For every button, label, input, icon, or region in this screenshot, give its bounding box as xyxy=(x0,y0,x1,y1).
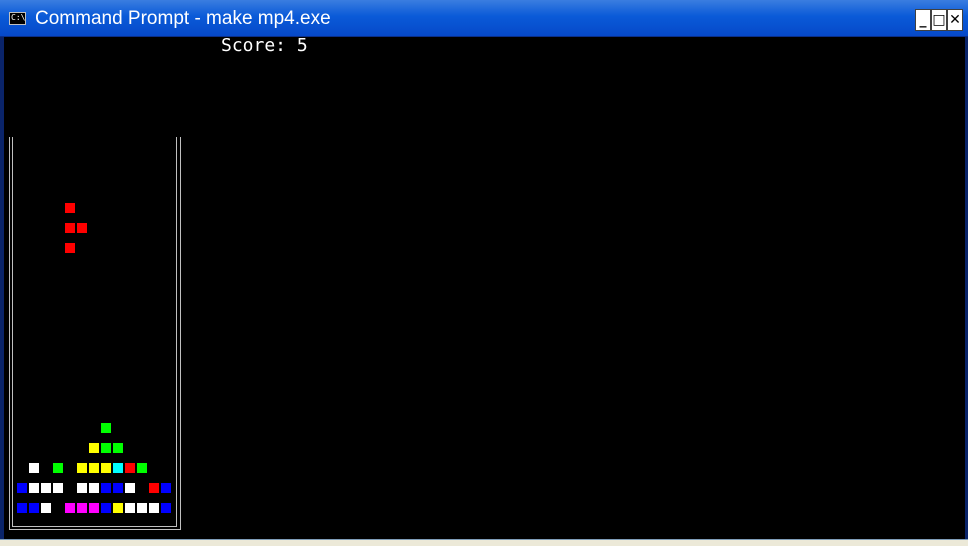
stacked-block-cell xyxy=(149,483,159,493)
stacked-block-cell xyxy=(77,503,87,513)
well-wall-right-inner xyxy=(176,137,177,527)
stacked-block-cell xyxy=(113,443,123,453)
stacked-block-cell xyxy=(101,443,111,453)
stacked-block-cell xyxy=(89,443,99,453)
stacked-block-cell xyxy=(101,463,111,473)
stacked-block-cell xyxy=(29,463,39,473)
stacked-block-cell xyxy=(17,483,27,493)
stacked-block-cell xyxy=(65,503,75,513)
stacked-block-cell xyxy=(113,463,123,473)
window-frame-bottom xyxy=(0,539,968,546)
stacked-block-cell xyxy=(101,503,111,513)
stacked-block-cell xyxy=(161,503,171,513)
score-display: Score: 5 xyxy=(221,35,308,56)
well-wall-right-outer xyxy=(180,137,181,530)
well-wall-left-outer xyxy=(9,137,10,530)
falling-piece-cell xyxy=(77,223,87,233)
stacked-block-cell xyxy=(101,423,111,433)
command-prompt-window: C:\ Command Prompt - make mp4.exe _ □ ✕ … xyxy=(0,0,968,546)
stacked-block-cell xyxy=(53,463,63,473)
stacked-block-cell xyxy=(125,483,135,493)
cmd-icon[interactable]: C:\ xyxy=(9,12,26,25)
window-title: Command Prompt - make mp4.exe xyxy=(35,8,331,29)
stacked-block-cell xyxy=(41,503,51,513)
well-floor-inner xyxy=(12,526,177,527)
falling-piece-cell xyxy=(65,223,75,233)
stacked-block-cell xyxy=(113,483,123,493)
well-wall-left-inner xyxy=(12,137,13,527)
stacked-block-cell xyxy=(89,483,99,493)
stacked-block-cell xyxy=(113,503,123,513)
falling-piece-cell xyxy=(65,203,75,213)
stacked-block-cell xyxy=(149,503,159,513)
stacked-block-cell xyxy=(137,463,147,473)
title-bar[interactable]: C:\ Command Prompt - make mp4.exe _ □ ✕ xyxy=(0,0,968,37)
stacked-block-cell xyxy=(125,503,135,513)
stacked-block-cell xyxy=(101,483,111,493)
close-button[interactable]: ✕ xyxy=(947,9,963,31)
cmd-icon-label: C:\ xyxy=(11,13,26,22)
minimize-button[interactable]: _ xyxy=(915,9,931,31)
maximize-button[interactable]: □ xyxy=(931,9,947,31)
stacked-block-cell xyxy=(77,463,87,473)
stacked-block-cell xyxy=(161,483,171,493)
falling-piece-cell xyxy=(65,243,75,253)
stacked-block-cell xyxy=(125,463,135,473)
stacked-block-cell xyxy=(89,503,99,513)
stacked-block-cell xyxy=(29,503,39,513)
stacked-block-cell xyxy=(53,483,63,493)
stacked-block-cell xyxy=(77,483,87,493)
stacked-block-cell xyxy=(17,503,27,513)
stacked-block-cell xyxy=(29,483,39,493)
well-floor-outer xyxy=(9,529,181,530)
stacked-block-cell xyxy=(41,483,51,493)
stacked-block-cell xyxy=(89,463,99,473)
stacked-block-cell xyxy=(137,503,147,513)
console-area[interactable]: Score: 5 xyxy=(4,35,965,539)
